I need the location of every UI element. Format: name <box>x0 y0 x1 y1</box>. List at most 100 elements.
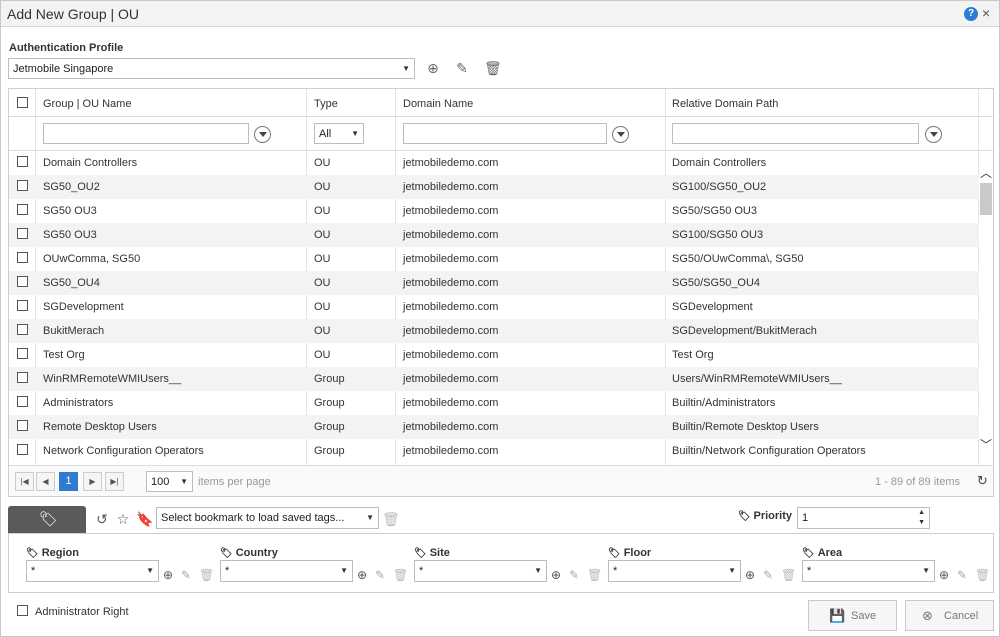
table-row[interactable]: WinRMRemoteWMIUsers__ Group jetmobiledemo.… <box>9 367 979 391</box>
vertical-scrollbar[interactable]: ︿ ﹀ <box>979 151 993 465</box>
next-page-button[interactable]: ▶ <box>83 472 102 491</box>
cell-path: SG100/SG50_OU2 <box>672 181 767 193</box>
row-checkbox[interactable] <box>17 324 28 335</box>
edit-tag-icon[interactable]: ✎ <box>375 568 385 582</box>
cell-path: SGDevelopment <box>672 301 753 313</box>
row-checkbox[interactable] <box>17 300 28 311</box>
delete-tag-icon[interactable]: 🗑 <box>781 568 796 582</box>
cell-path: SG100/SG50 OU3 <box>672 229 764 241</box>
domain-filter-input[interactable] <box>403 123 607 144</box>
row-checkbox[interactable] <box>17 348 28 359</box>
admin-right-checkbox[interactable] <box>17 605 28 616</box>
last-page-button[interactable]: ▶| <box>105 472 124 491</box>
add-tag-icon[interactable]: ⊕ <box>551 568 561 582</box>
edit-tag-icon[interactable]: ✎ <box>181 568 191 582</box>
bookmark-select[interactable]: Select bookmark to load saved tags... ▼ <box>156 507 379 529</box>
cancel-button[interactable]: ⊗ Cancel <box>905 600 994 631</box>
select-all-checkbox[interactable] <box>17 97 28 108</box>
path-filter-input[interactable] <box>672 123 919 144</box>
table-row[interactable]: Test Org OU jetmobiledemo.com Test Org <box>9 343 979 367</box>
tag-label-text: Site <box>429 547 450 559</box>
table-row[interactable]: SG50_OU2 OU jetmobiledemo.com SG100/SG50_OU… <box>9 175 979 199</box>
first-page-button[interactable]: |◀ <box>15 472 34 491</box>
tags-tab[interactable]: 🏷 <box>8 506 86 533</box>
add-tag-icon[interactable]: ⊕ <box>939 568 949 582</box>
edit-tag-icon[interactable]: ✎ <box>763 568 773 582</box>
save-button[interactable]: 💾 Save <box>808 600 897 631</box>
reset-icon[interactable]: ↺ <box>94 511 110 527</box>
edit-tag-icon[interactable]: ✎ <box>569 568 579 582</box>
add-tag-icon[interactable]: ⊕ <box>357 568 367 582</box>
edit-tag-icon[interactable]: ✎ <box>957 568 967 582</box>
table-row[interactable]: Network Configuration Operators Group jetm… <box>9 439 979 463</box>
cell-path: Users/WinRMRemoteWMIUsers__ <box>672 373 842 385</box>
tag-icon: 🏷 <box>738 511 754 522</box>
row-checkbox[interactable] <box>17 180 28 191</box>
row-checkbox[interactable] <box>17 252 28 263</box>
prev-page-button[interactable]: ◀ <box>36 472 55 491</box>
delete-tag-icon[interactable]: 🗑 <box>975 568 990 582</box>
auth-profile-select[interactable]: Jetmobile Singapore ▼ <box>8 58 415 79</box>
tag-select-region[interactable]: * ▼ <box>26 560 159 582</box>
path-filter-icon[interactable] <box>925 126 942 143</box>
tag-select-site[interactable]: * ▼ <box>414 560 547 582</box>
cell-type: Group <box>314 373 345 385</box>
refresh-icon[interactable]: ↻ <box>977 473 988 489</box>
row-checkbox[interactable] <box>17 276 28 287</box>
delete-tag-icon[interactable]: 🗑 <box>393 568 408 582</box>
delete-profile-icon[interactable]: 🗑 <box>484 60 502 76</box>
tag-select-floor[interactable]: * ▼ <box>608 560 741 582</box>
edit-profile-icon[interactable]: ✎ <box>454 60 470 76</box>
cancel-icon: ⊗ <box>922 608 933 623</box>
add-tag-icon[interactable]: ⊕ <box>745 568 755 582</box>
table-row[interactable]: Domain Controllers OU jetmobiledemo.com Dom… <box>9 151 979 175</box>
table-row[interactable]: OUwComma, SG50 OU jetmobiledemo.com SG50/OU… <box>9 247 979 271</box>
row-checkbox[interactable] <box>17 228 28 239</box>
stepper-arrows-icon[interactable]: ▲ ▼ <box>918 508 925 528</box>
table-row[interactable]: SGDevelopment OU jetmobiledemo.com SGDevelo… <box>9 295 979 319</box>
cell-domain: jetmobiledemo.com <box>403 301 499 313</box>
page-size-select[interactable]: 100 ▼ <box>146 471 193 492</box>
row-checkbox[interactable] <box>17 420 28 431</box>
cell-type: OU <box>314 205 331 217</box>
row-checkbox[interactable] <box>17 396 28 407</box>
tag-icon: 🏷 <box>26 548 39 559</box>
name-filter-icon[interactable] <box>254 126 271 143</box>
star-icon[interactable]: ☆ <box>115 511 131 527</box>
col-header-path[interactable]: Relative Domain Path <box>672 98 778 110</box>
tag-select-area[interactable]: * ▼ <box>802 560 935 582</box>
col-header-name[interactable]: Group | OU Name <box>43 98 131 110</box>
page-1-button[interactable]: 1 <box>59 472 78 491</box>
delete-tag-icon[interactable]: 🗑 <box>587 568 602 582</box>
tag-label-text: Floor <box>623 547 652 559</box>
tag-label-region: 🏷 Region <box>26 547 79 559</box>
scroll-thumb[interactable] <box>980 183 992 215</box>
bookmark-icon[interactable]: 🔖 <box>136 511 153 527</box>
cell-name: BukitMerach <box>43 325 105 337</box>
table-row[interactable]: Administrators Group jetmobiledemo.com Buil… <box>9 391 979 415</box>
table-row[interactable]: SG50 OU3 OU jetmobiledemo.com SG50/SG50 OU3 <box>9 199 979 223</box>
delete-tag-icon[interactable]: 🗑 <box>199 568 214 582</box>
row-checkbox[interactable] <box>17 204 28 215</box>
table-row[interactable]: Remote Desktop Users Group jetmobiledemo.c… <box>9 415 979 439</box>
scroll-up-icon[interactable]: ︿ <box>980 164 992 181</box>
priority-stepper[interactable]: 1 ▲ ▼ <box>797 507 930 529</box>
type-filter-select[interactable]: All ▼ <box>314 123 364 144</box>
help-icon[interactable]: ? <box>964 7 978 21</box>
col-header-type[interactable]: Type <box>314 98 338 110</box>
add-profile-icon[interactable]: ⊕ <box>425 60 441 76</box>
row-checkbox[interactable] <box>17 156 28 167</box>
scroll-down-icon[interactable]: ﹀ <box>980 436 992 453</box>
col-header-domain[interactable]: Domain Name <box>403 98 473 110</box>
add-tag-icon[interactable]: ⊕ <box>163 568 173 582</box>
table-row[interactable]: SG50 OU3 OU jetmobiledemo.com SG100/SG50 OU… <box>9 223 979 247</box>
domain-filter-icon[interactable] <box>612 126 629 143</box>
tag-select-country[interactable]: * ▼ <box>220 560 353 582</box>
table-row[interactable]: SG50_OU4 OU jetmobiledemo.com SG50/SG50_OU4 <box>9 271 979 295</box>
close-icon[interactable]: × <box>982 5 990 21</box>
delete-bookmark-icon[interactable]: 🗑 <box>382 511 400 527</box>
name-filter-input[interactable] <box>43 123 249 144</box>
row-checkbox[interactable] <box>17 444 28 455</box>
row-checkbox[interactable] <box>17 372 28 383</box>
table-row[interactable]: BukitMerach OU jetmobiledemo.com SGDevelopm… <box>9 319 979 343</box>
